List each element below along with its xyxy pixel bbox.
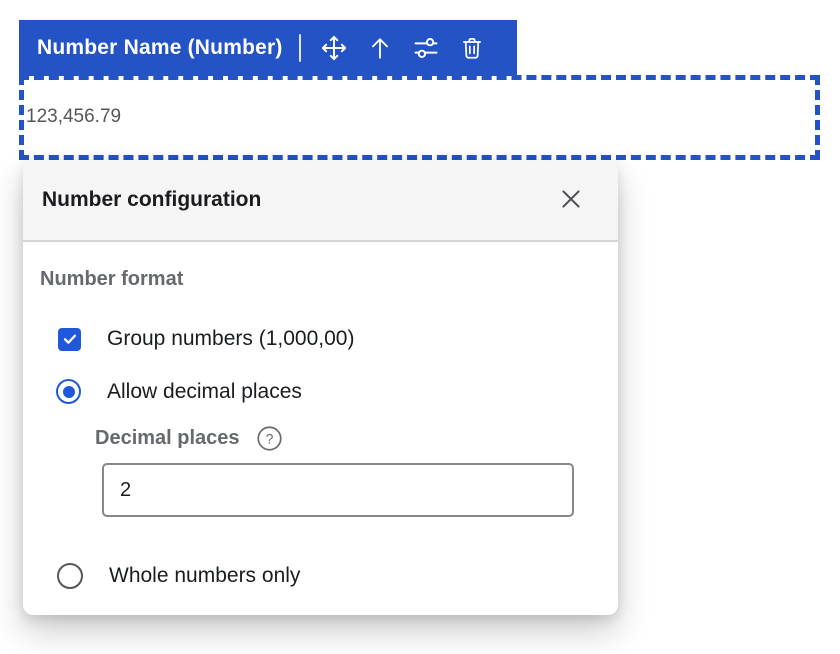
field-settings-button[interactable]: [403, 28, 449, 68]
sliders-icon: [412, 34, 440, 62]
number-field-value: 123,456.79: [24, 106, 121, 128]
whole-numbers-option[interactable]: Whole numbers only: [57, 563, 300, 589]
whole-numbers-label: Whole numbers only: [109, 564, 300, 588]
move-field-button[interactable]: [311, 28, 357, 68]
toolbar-icon-group: [311, 28, 495, 68]
dialog-body: Number format Group numbers (1,000,00) A…: [23, 242, 618, 613]
svg-text:?: ?: [265, 430, 273, 446]
arrow-up-icon: [367, 35, 393, 61]
allow-decimal-option[interactable]: Allow decimal places: [56, 379, 302, 404]
field-toolbar: Number Name (Number): [19, 20, 517, 76]
move-up-button[interactable]: [357, 28, 403, 68]
delete-field-button[interactable]: [449, 28, 495, 68]
field-toolbar-title: Number Name (Number): [37, 36, 283, 60]
help-icon[interactable]: ?: [256, 425, 283, 452]
checkbox-checked-icon[interactable]: [58, 328, 81, 351]
decimal-places-input[interactable]: [102, 463, 574, 517]
number-field-selected[interactable]: 123,456.79: [19, 75, 820, 160]
toolbar-divider: [299, 34, 301, 62]
group-numbers-option[interactable]: Group numbers (1,000,00): [58, 327, 354, 351]
trash-icon: [459, 35, 485, 61]
move-icon: [320, 34, 348, 62]
dialog-header: Number configuration: [23, 160, 618, 242]
close-dialog-button[interactable]: [556, 185, 586, 215]
form-builder-canvas: Number Name (Number): [0, 0, 840, 654]
number-format-section-label: Number format: [40, 268, 183, 291]
dialog-title: Number configuration: [42, 188, 261, 212]
group-numbers-label: Group numbers (1,000,00): [107, 327, 354, 351]
close-icon: [558, 186, 584, 215]
decimal-places-label: Decimal places: [95, 427, 240, 450]
radio-selected-icon[interactable]: [56, 379, 81, 404]
number-configuration-dialog: Number configuration Number format Group…: [23, 160, 618, 615]
allow-decimal-label: Allow decimal places: [107, 380, 302, 404]
decimal-places-label-row: Decimal places ?: [95, 425, 283, 452]
radio-unselected-icon[interactable]: [57, 563, 83, 589]
